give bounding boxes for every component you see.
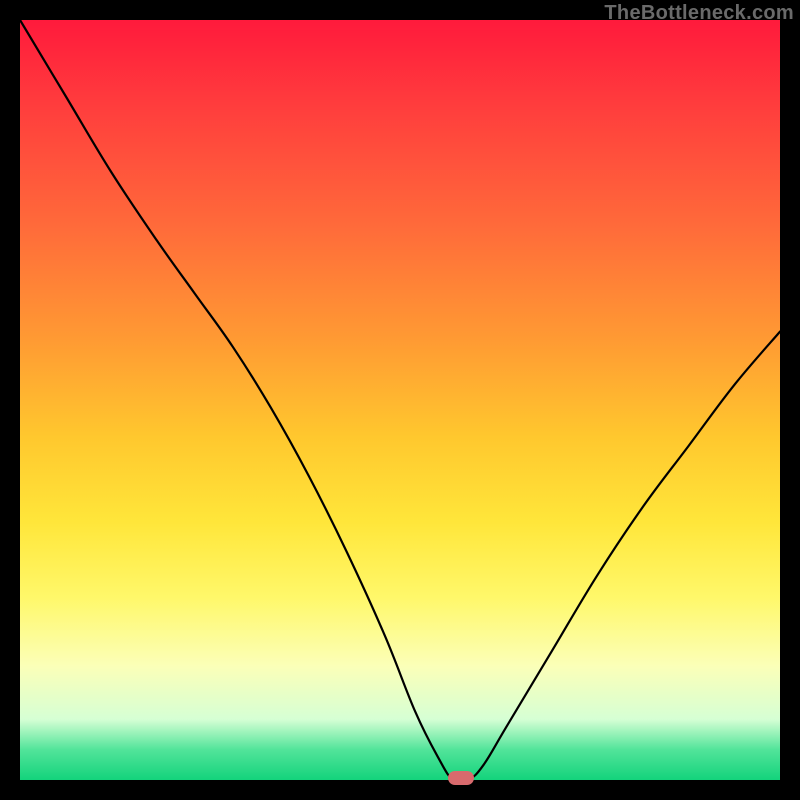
watermark-text: TheBottleneck.com (604, 2, 794, 25)
bottleneck-curve (20, 20, 780, 780)
minimum-marker (448, 771, 474, 785)
chart-frame: TheBottleneck.com (0, 0, 800, 800)
chart-plot-area (20, 20, 780, 780)
